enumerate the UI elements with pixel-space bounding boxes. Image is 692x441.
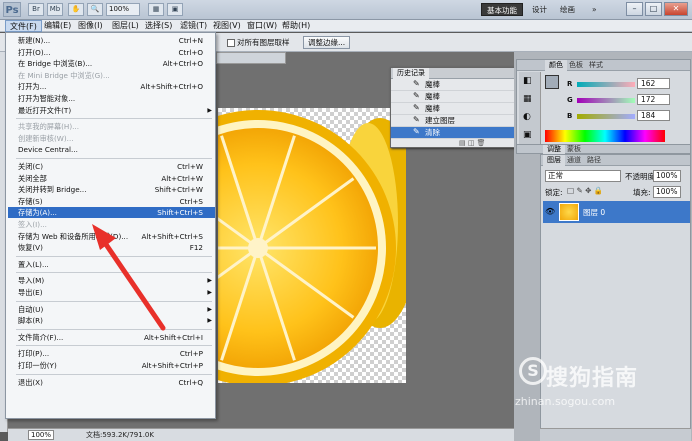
watermark-url: zhinan.sogou.com — [515, 395, 616, 408]
watermark-logo-icon: S — [519, 357, 547, 385]
watermark-title: 搜狗指南 — [546, 366, 639, 391]
